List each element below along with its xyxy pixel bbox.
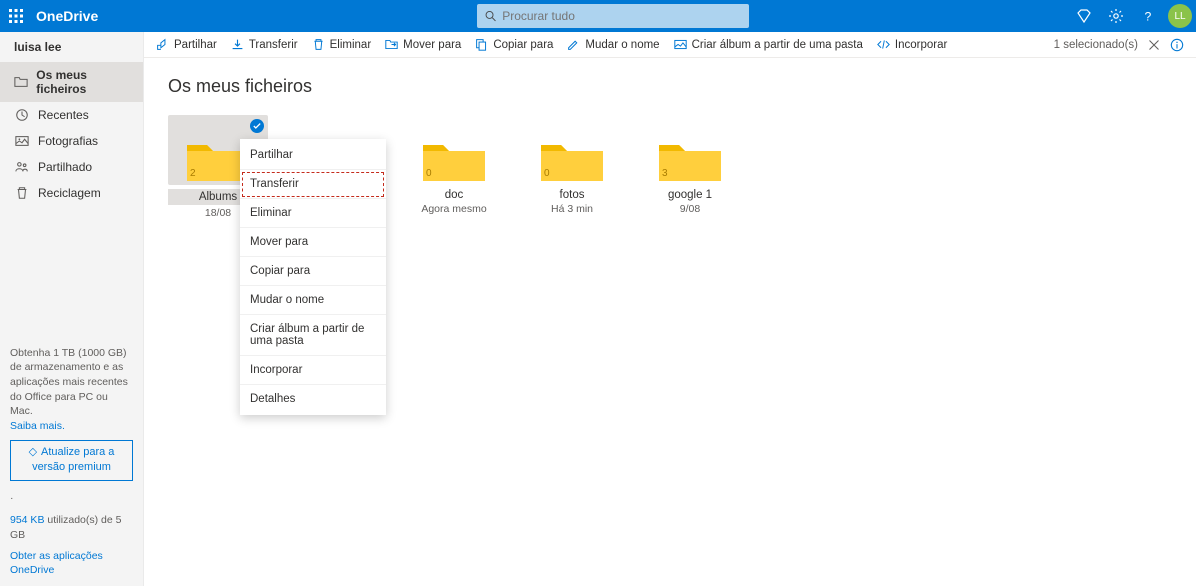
sidebar-nav: Os meus ficheiros Recentes Fotografias P… — [0, 62, 143, 206]
sidebar-item-photos[interactable]: Fotografias — [0, 128, 143, 154]
folder-card[interactable]: 3 google 1 9/08 — [640, 115, 740, 219]
folder-with-menu: 2 Albums 18/08 Partilhar Transferir Elim… — [168, 115, 268, 219]
folder-meta: Há 3 min — [522, 203, 622, 215]
header-bar: OneDrive ? LL — [0, 0, 1196, 32]
sidebar-item-my-files[interactable]: Os meus ficheiros — [0, 62, 143, 102]
menu-item-copy[interactable]: Copiar para — [240, 257, 386, 286]
sidebar-item-label: Reciclagem — [38, 186, 101, 200]
menu-item-download[interactable]: Transferir — [240, 170, 386, 199]
people-icon — [14, 160, 30, 174]
cmd-download[interactable]: Transferir — [231, 38, 298, 51]
storage-info: 954 KB utilizado(s) de 5 GB — [10, 513, 133, 542]
search-box[interactable] — [477, 4, 749, 28]
share-icon — [156, 38, 169, 51]
menu-item-move[interactable]: Mover para — [240, 228, 386, 257]
folder-meta: 9/08 — [640, 203, 740, 215]
photo-icon — [14, 134, 30, 148]
folder-count: 0 — [426, 168, 432, 179]
app-launcher-button[interactable] — [0, 0, 32, 32]
sidebar-item-recent[interactable]: Recentes — [0, 102, 143, 128]
premium-upgrade-button[interactable]: ◇Atualize para a versão premium — [10, 440, 133, 481]
sidebar-item-recycle[interactable]: Reciclagem — [0, 180, 143, 206]
promo-text: Obtenha 1 TB (1000 GB) de armazenamento … — [10, 346, 133, 419]
menu-item-rename[interactable]: Mudar o nome — [240, 286, 386, 315]
embed-icon — [877, 38, 890, 51]
sidebar: luisa lee Os meus ficheiros Recentes Fot… — [0, 32, 144, 586]
selected-check-icon — [250, 119, 264, 133]
menu-item-album[interactable]: Criar álbum a partir de uma pasta — [240, 315, 386, 356]
premium-icon[interactable] — [1068, 0, 1100, 32]
cmd-move[interactable]: Mover para — [385, 38, 461, 51]
settings-icon[interactable] — [1100, 0, 1132, 32]
cmd-create-album[interactable]: Criar álbum a partir de uma pasta — [674, 38, 863, 51]
download-icon — [231, 38, 244, 51]
main-area: Partilhar Transferir Eliminar Mover para… — [144, 32, 1196, 586]
folder-count: 0 — [544, 168, 550, 179]
header-actions: ? LL — [1068, 0, 1196, 32]
sidebar-item-label: Fotografias — [38, 134, 98, 148]
folder-grid: 2 Albums 18/08 Partilhar Transferir Elim… — [168, 115, 1172, 219]
folder-meta: Agora mesmo — [404, 203, 504, 215]
menu-item-share[interactable]: Partilhar — [240, 141, 386, 170]
app-name: OneDrive — [36, 8, 98, 24]
svg-text:?: ? — [1145, 9, 1152, 23]
folder-count: 3 — [662, 168, 668, 179]
rename-icon — [567, 38, 580, 51]
context-menu: Partilhar Transferir Eliminar Mover para… — [240, 139, 386, 415]
sidebar-item-shared[interactable]: Partilhado — [0, 154, 143, 180]
sidebar-item-label: Os meus ficheiros — [36, 68, 129, 96]
delete-icon — [312, 38, 325, 51]
folder-name: fotos — [522, 189, 622, 201]
get-apps-link[interactable]: Obter as aplicações OneDrive — [10, 549, 133, 578]
storage-used: 954 KB — [10, 514, 44, 526]
search-input[interactable] — [502, 9, 741, 23]
sidebar-bottom: Obtenha 1 TB (1000 GB) de armazenamento … — [0, 338, 143, 586]
folder-count: 2 — [190, 168, 196, 179]
cmd-rename[interactable]: Mudar o nome — [567, 38, 659, 51]
sidebar-item-label: Partilhado — [38, 160, 92, 174]
folder-icon — [14, 75, 28, 89]
move-icon — [385, 38, 398, 51]
folder-name: google 1 — [640, 189, 740, 201]
content-area: Os meus ficheiros 2 Albums 18/08 — [144, 58, 1196, 237]
sidebar-user-name: luisa lee — [0, 32, 143, 62]
command-bar: Partilhar Transferir Eliminar Mover para… — [144, 32, 1196, 58]
folder-card[interactable]: 0 fotos Há 3 min — [522, 115, 622, 219]
learn-more-link[interactable]: Saiba mais. — [10, 420, 65, 432]
menu-item-embed[interactable]: Incorporar — [240, 356, 386, 385]
cmd-copy[interactable]: Copiar para — [475, 38, 553, 51]
album-icon — [674, 38, 687, 51]
info-button[interactable] — [1170, 38, 1184, 52]
clear-selection-button[interactable] — [1148, 39, 1160, 51]
menu-item-delete[interactable]: Eliminar — [240, 199, 386, 228]
help-icon[interactable]: ? — [1132, 0, 1164, 32]
clock-icon — [14, 108, 30, 122]
selection-count: 1 selecionado(s) — [1054, 39, 1138, 51]
cmd-delete[interactable]: Eliminar — [312, 38, 372, 51]
search-icon — [485, 10, 496, 22]
page-title: Os meus ficheiros — [168, 76, 1172, 97]
folder-card[interactable]: 0 doc Agora mesmo — [404, 115, 504, 219]
folder-name: doc — [404, 189, 504, 201]
sidebar-item-label: Recentes — [38, 108, 89, 122]
diamond-icon: ◇ — [29, 446, 37, 458]
recycle-icon — [14, 186, 30, 200]
user-avatar[interactable]: LL — [1168, 4, 1192, 28]
cmd-share[interactable]: Partilhar — [156, 38, 217, 51]
cmd-embed[interactable]: Incorporar — [877, 38, 947, 51]
copy-icon — [475, 38, 488, 51]
menu-item-details[interactable]: Detalhes — [240, 385, 386, 413]
